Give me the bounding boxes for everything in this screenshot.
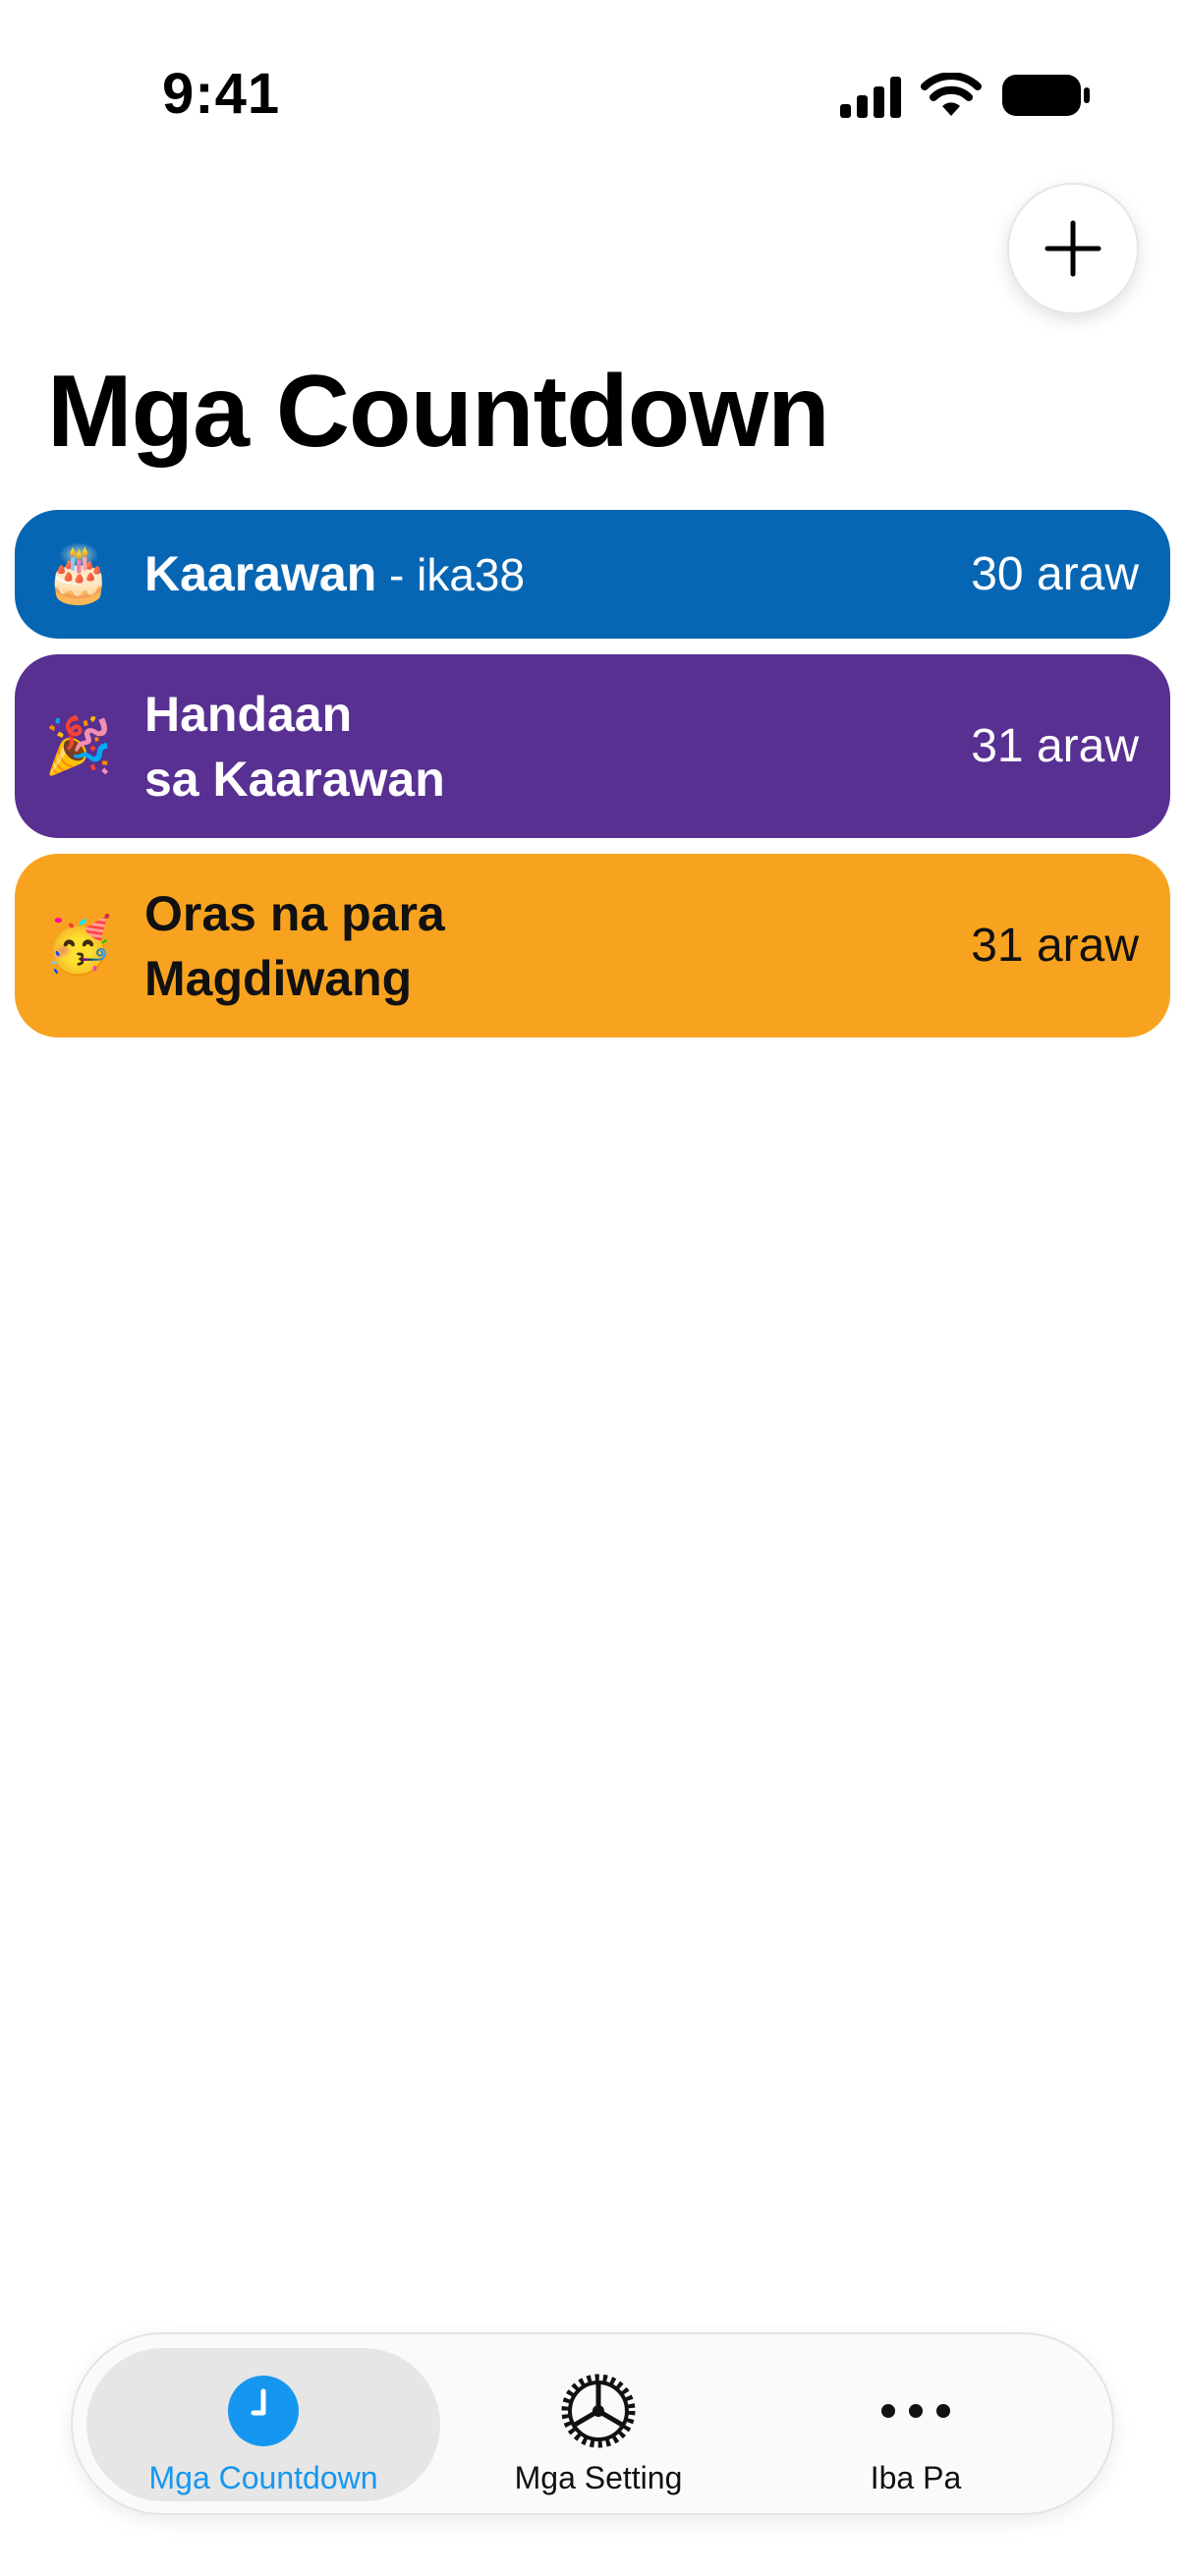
tab-bar: Mga Countdown Mga Setting Iba Pa <box>71 2332 1114 2515</box>
countdown-days: 31 araw <box>971 720 1139 772</box>
add-countdown-button[interactable] <box>1007 183 1139 314</box>
page-title: Mga Countdown <box>47 355 830 469</box>
tab-label: Iba Pa <box>870 2460 962 2495</box>
tab-iba-pa[interactable]: Iba Pa <box>768 2334 1063 2517</box>
tab-label: Mga Setting <box>514 2460 683 2495</box>
party-popper-icon: 🎉 <box>44 713 113 778</box>
countdown-card-handaan[interactable]: 🎉 Handaan sa Kaarawan 31 araw <box>15 654 1170 838</box>
partying-face-icon: 🥳 <box>44 913 113 978</box>
status-time: 9:41 <box>162 62 281 126</box>
countdown-days: 30 araw <box>971 548 1139 600</box>
countdown-title: Oras na para Magdiwang <box>144 885 445 1006</box>
clock-icon <box>228 2376 299 2446</box>
cellular-signal-icon <box>840 77 901 118</box>
wifi-icon <box>921 73 982 116</box>
countdown-days: 31 araw <box>971 920 1139 972</box>
countdown-card-magdiwang[interactable]: 🥳 Oras na para Magdiwang 31 araw <box>15 854 1170 1037</box>
countdown-screen: 9:41 Mga Countdown 🎂 Kaarawan - ika38 30… <box>0 0 1185 2576</box>
countdown-card-kaarawan[interactable]: 🎂 Kaarawan - ika38 30 araw <box>15 510 1170 639</box>
tab-mga-countdown[interactable]: Mga Countdown <box>86 2334 440 2517</box>
more-icon <box>881 2404 950 2418</box>
birthday-cake-icon: 🎂 <box>44 541 113 606</box>
countdown-subtitle: - ika38 <box>376 549 526 600</box>
status-bar: 9:41 <box>0 0 1185 187</box>
countdown-title: Handaan sa Kaarawan <box>144 686 445 807</box>
tab-mga-setting[interactable]: Mga Setting <box>451 2334 746 2517</box>
gear-icon <box>561 2374 636 2448</box>
battery-icon <box>1002 75 1090 116</box>
tab-label: Mga Countdown <box>148 2460 378 2495</box>
countdown-title: Kaarawan - ika38 <box>144 541 971 607</box>
plus-icon <box>1044 220 1101 277</box>
countdown-title-text: Kaarawan <box>144 546 377 601</box>
